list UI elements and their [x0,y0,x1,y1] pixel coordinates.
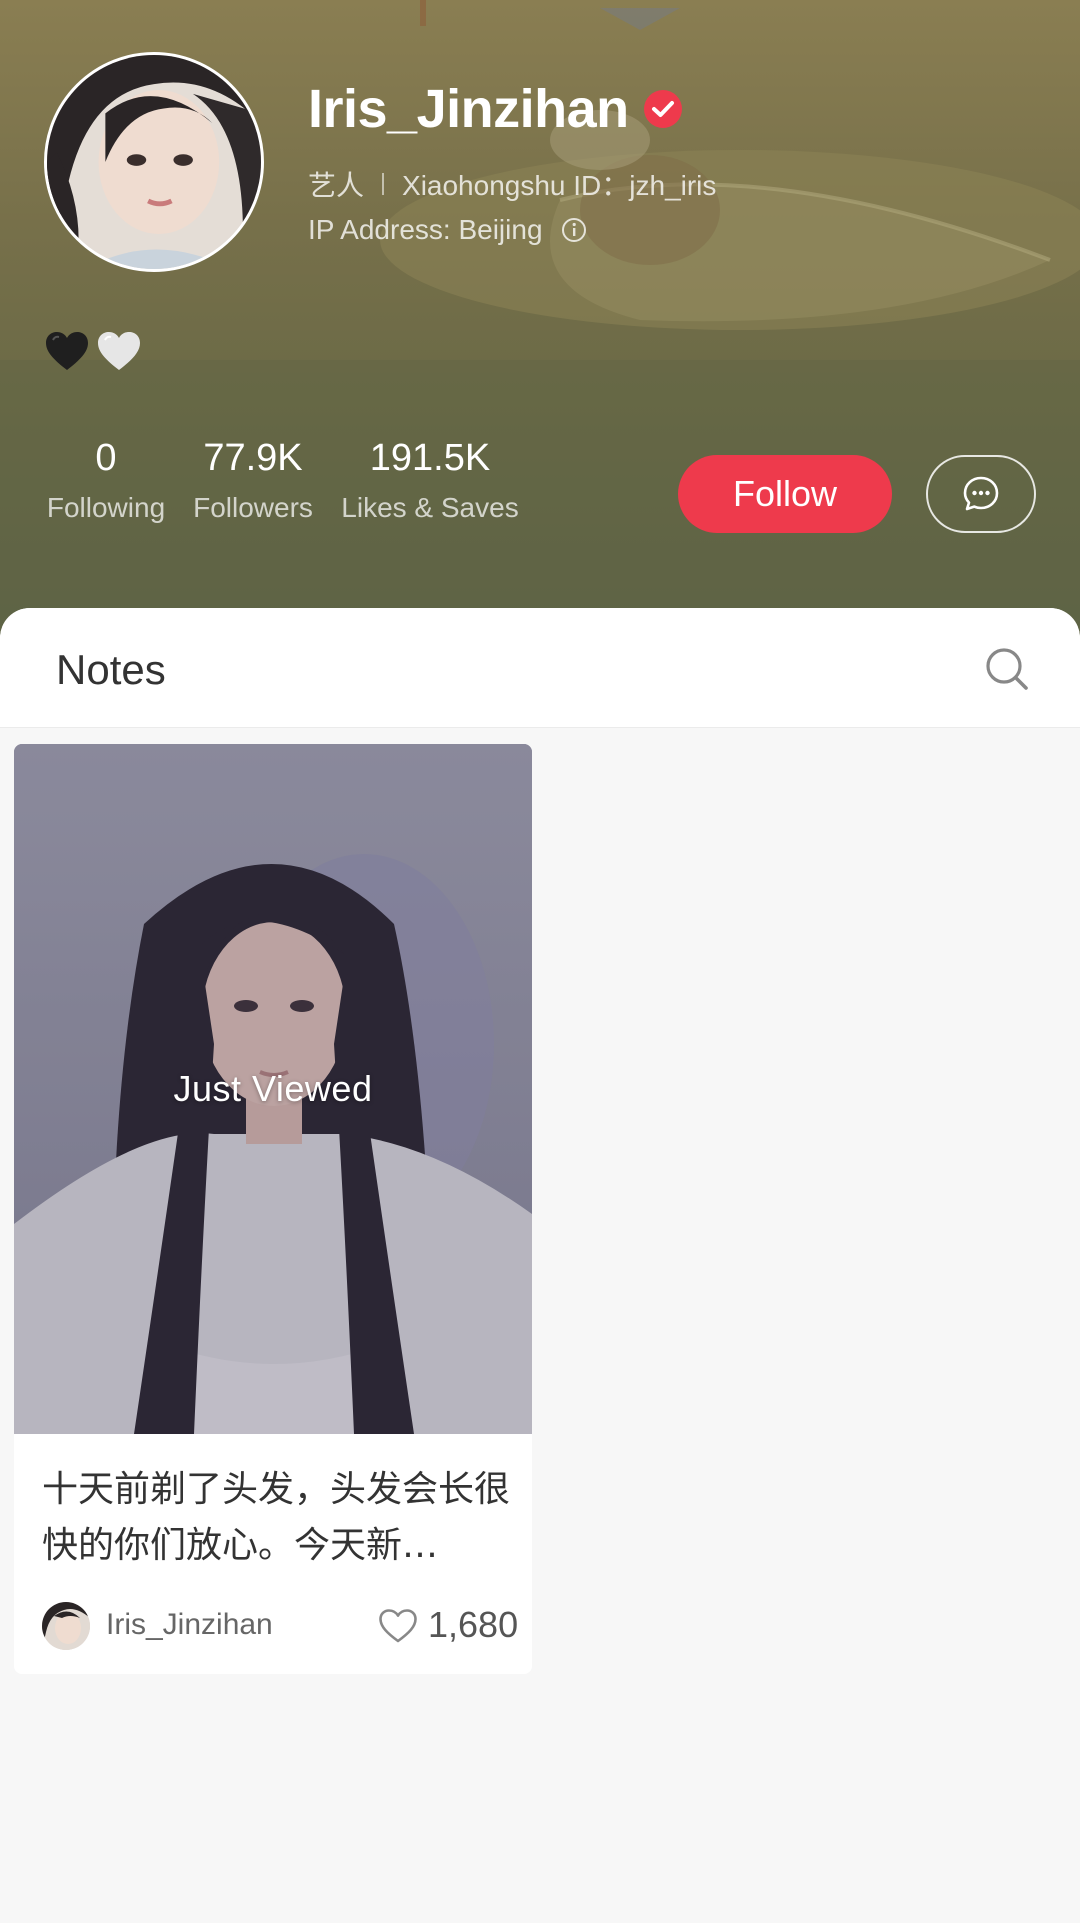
stat-value: 0 [95,437,117,479]
profile-screen: Iris_Jinzihan 艺人 Xiaohongshu ID：jzh_iris… [0,0,1080,1923]
stat-following[interactable]: 0 Following [44,430,168,526]
ip-address-row[interactable]: IP Address: Beijing [308,210,587,250]
stat-label: Followers [193,492,313,523]
black-heart-icon [46,332,88,370]
meta-divider [382,173,385,195]
like-count: 1,680 [428,1604,519,1645]
profile-tag: 艺人 [308,170,365,201]
bio [44,326,142,376]
verified-badge-icon [643,90,682,128]
profile-avatar[interactable] [44,52,264,272]
author-avatar[interactable] [42,1602,90,1650]
message-button[interactable] [926,455,1036,533]
search-icon[interactable] [984,646,1030,692]
profile-name: Iris_Jinzihan [308,79,629,139]
name-row: Iris_Jinzihan [308,74,683,144]
note-card[interactable]: Just Viewed 十天前剃了头发，头发会长很快的你们放心。今天新… Iri… [14,744,532,1674]
note-footer: Iris_Jinzihan 1,680 [42,1600,519,1652]
profile-meta: 艺人 Xiaohongshu ID：jzh_iris [308,164,716,204]
info-icon[interactable] [561,217,587,243]
white-heart-icon [98,332,140,370]
just-viewed-label: Just Viewed [173,1068,373,1109]
notes-panel: Notes Just Viewed 十天前剃了头发，头发会长很快的你们放心。今天… [0,608,1080,1923]
notes-header: Notes [0,608,1080,728]
tab-notes[interactable]: Notes [56,646,166,694]
author-name[interactable]: Iris_Jinzihan [106,1608,273,1642]
profile-id[interactable]: Xiaohongshu ID：jzh_iris [402,164,716,204]
heart-icon[interactable] [378,1608,418,1644]
stat-value: 191.5K [369,437,491,479]
stat-followers[interactable]: 77.9K Followers [190,430,316,526]
note-cover-image[interactable]: Just Viewed [14,744,532,1434]
note-title[interactable]: 十天前剃了头发，头发会长很快的你们放心。今天新… [42,1462,512,1574]
stat-label: Following [46,492,166,523]
stat-value: 77.9K [203,437,303,479]
ip-address: IP Address: Beijing [308,214,543,245]
follow-button[interactable]: Follow [678,455,892,533]
stat-label: Likes & Saves [341,492,519,523]
chat-bubble-icon [963,476,999,511]
stat-likes-saves[interactable]: 191.5K Likes & Saves [338,430,522,526]
profile-banner: Iris_Jinzihan 艺人 Xiaohongshu ID：jzh_iris… [0,0,1080,640]
